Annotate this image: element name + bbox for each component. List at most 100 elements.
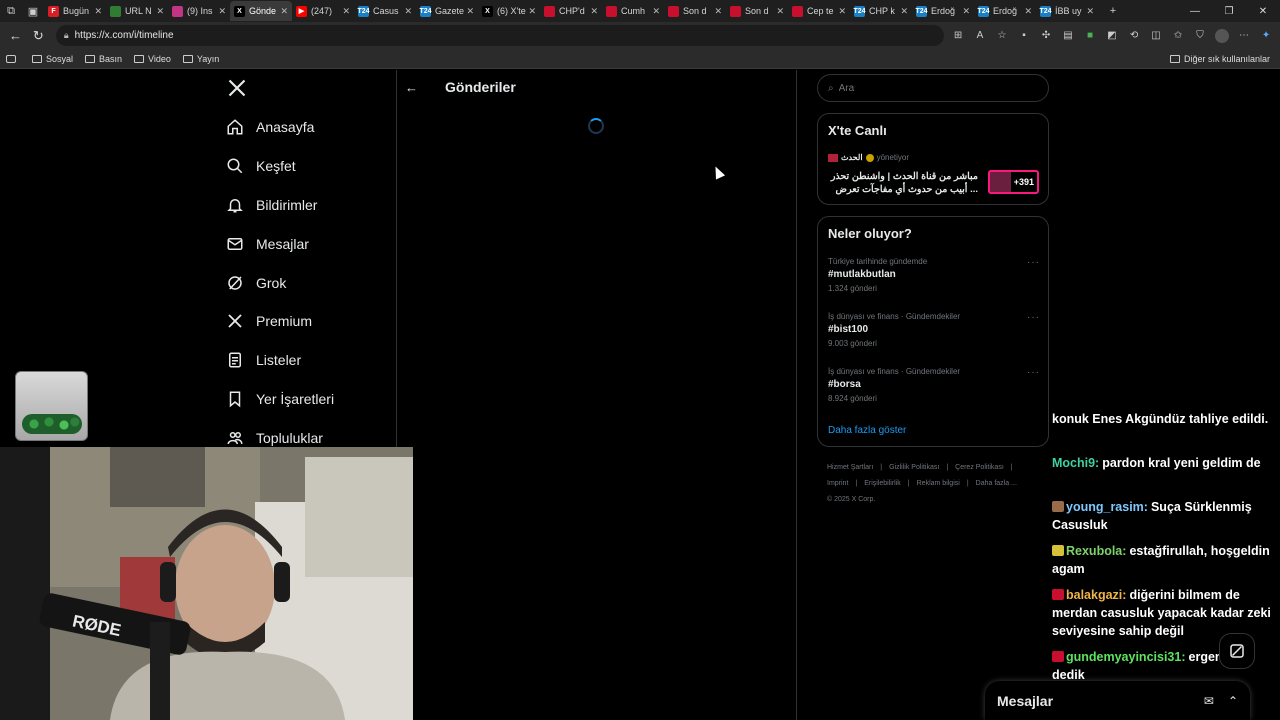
close-tab-icon[interactable]: ✕ — [776, 6, 784, 17]
show-more-link[interactable]: Daha fazla göster — [828, 425, 906, 436]
close-tab-icon[interactable]: ✕ — [156, 6, 164, 17]
read-aloud-icon[interactable]: A — [970, 26, 990, 46]
close-tab-icon[interactable]: ✕ — [652, 6, 660, 17]
close-tab-icon[interactable]: ✕ — [590, 6, 598, 17]
browser-tab[interactable]: T24 Erdoğ ✕ — [912, 1, 974, 21]
trend-item[interactable]: İş dünyası ve finans · Gündemdekiler #bi… — [828, 312, 1040, 348]
live-host[interactable]: الحدث yönetiyor — [828, 153, 909, 162]
live-description[interactable]: مباشر من قناة الحدث | واشنطن تحذر ... أب… — [828, 170, 978, 196]
footer-link[interactable]: Çerez Politikası — [955, 464, 1004, 471]
messages-drawer[interactable]: Mesajlar ✉ ⌃ — [985, 681, 1250, 720]
expand-drawer-icon[interactable]: ⌃ — [1228, 694, 1238, 708]
restore-icon[interactable]: ❐ — [1212, 6, 1246, 17]
browser-tab[interactable]: T24 CHP k ✕ — [850, 1, 912, 21]
browser-tab[interactable]: URL N ✕ — [106, 1, 168, 21]
favorite-star-icon[interactable]: ☆ — [992, 26, 1012, 46]
close-tab-icon[interactable]: ✕ — [1024, 6, 1032, 17]
close-tab-icon[interactable]: ✕ — [962, 6, 970, 17]
app-available-icon[interactable]: ⊞ — [948, 26, 968, 46]
close-tab-icon[interactable]: ✕ — [466, 6, 474, 17]
close-tab-icon[interactable]: ✕ — [900, 6, 908, 17]
close-tab-icon[interactable]: ✕ — [280, 6, 288, 17]
footer-link[interactable]: © 2025 X Corp. — [827, 496, 875, 503]
browser-tab[interactable]: X Gönde ✕ — [230, 1, 292, 21]
extension-icon[interactable]: ◩ — [1102, 26, 1122, 46]
browser-tab[interactable]: F Bugün ✕ — [44, 1, 106, 21]
more-options-icon[interactable]: ··· — [1027, 367, 1040, 378]
close-tab-icon[interactable]: ✕ — [714, 6, 722, 17]
close-tab-icon[interactable]: ✕ — [94, 6, 102, 17]
browser-tab[interactable]: ▶ (247) ✕ — [292, 1, 354, 21]
extensions-puzzle-icon[interactable]: ⟲ — [1124, 26, 1144, 46]
bookmark-folder[interactable]: Sosyal — [32, 54, 73, 64]
back-icon[interactable]: ← — [4, 24, 27, 48]
browser-tab[interactable]: Cumh ✕ — [602, 1, 664, 21]
close-tab-icon[interactable]: ✕ — [838, 6, 846, 17]
bookmark-folder[interactable]: Yayın — [182, 54, 219, 64]
more-options-icon[interactable]: ··· — [1027, 257, 1040, 268]
close-tab-icon[interactable]: ✕ — [404, 6, 412, 17]
new-message-icon[interactable]: ✉ — [1204, 694, 1214, 708]
browser-tab[interactable]: Son d ✕ — [726, 1, 788, 21]
bookmark-folder[interactable]: Basın — [85, 54, 122, 64]
extension-icon[interactable]: ✣ — [1036, 26, 1056, 46]
workspaces-icon[interactable]: ⧉ — [0, 0, 22, 22]
extension-icon[interactable]: ■ — [1080, 26, 1100, 46]
more-options-icon[interactable]: ··· — [1027, 312, 1040, 323]
bookmarks-toggle-icon[interactable] — [6, 54, 20, 63]
browser-tab[interactable]: X (6) X'te ✕ — [478, 1, 540, 21]
footer-link[interactable]: Gizlilik Politikası — [889, 464, 939, 471]
browser-essentials-icon[interactable]: ⛉ — [1190, 26, 1210, 46]
other-favorites[interactable]: Diğer sık kullanılanlar — [1169, 54, 1270, 64]
close-tab-icon[interactable]: ✕ — [1086, 6, 1094, 17]
nav-item-explore[interactable]: Keşfet — [226, 151, 296, 181]
refresh-icon[interactable]: ↻ — [27, 24, 50, 48]
browser-tab[interactable]: Son d ✕ — [664, 1, 726, 21]
close-tab-icon[interactable]: ✕ — [528, 6, 536, 17]
footer-link[interactable]: Daha fazla ... — [976, 480, 1017, 487]
close-tab-icon[interactable]: ✕ — [218, 6, 226, 17]
grok-button[interactable] — [1219, 633, 1255, 669]
trend-item[interactable]: İş dünyası ve finans · Gündemdekiler #bo… — [828, 367, 1040, 403]
split-screen-icon[interactable]: ◫ — [1146, 26, 1166, 46]
extension-icon[interactable]: ▪ — [1014, 26, 1034, 46]
extension-icon[interactable]: ▤ — [1058, 26, 1078, 46]
bookmark-folder[interactable]: Video — [134, 54, 171, 64]
copilot-icon[interactable]: ✦ — [1256, 26, 1276, 46]
nav-item-home[interactable]: Anasayfa — [226, 112, 314, 142]
footer-link[interactable]: Erişilebilirlik — [864, 480, 901, 487]
mail-icon — [227, 238, 243, 250]
profile-avatar[interactable] — [1212, 26, 1232, 46]
close-window-icon[interactable]: ✕ — [1246, 6, 1280, 17]
favorites-icon[interactable]: ✩ — [1168, 26, 1188, 46]
nav-item-lists[interactable]: Listeler — [226, 345, 301, 375]
new-tab-icon[interactable]: + — [1102, 0, 1124, 22]
nav-item-grok[interactable]: Grok — [226, 268, 286, 298]
live-listeners[interactable]: +391 — [988, 170, 1039, 194]
browser-tab[interactable]: CHP'd ✕ — [540, 1, 602, 21]
browser-tab[interactable]: (9) Ins ✕ — [168, 1, 230, 21]
browser-tab[interactable]: T24 Erdoğ ✕ — [974, 1, 1036, 21]
x-logo-icon[interactable] — [227, 78, 247, 98]
minimize-icon[interactable]: — — [1178, 6, 1212, 17]
close-tab-icon[interactable]: ✕ — [342, 6, 350, 17]
footer-link[interactable]: Reklam bilgisi — [917, 480, 960, 487]
url-input[interactable]: 🔒︎ https://x.com/i/timeline — [55, 25, 945, 46]
browser-tab[interactable]: T24 İBB uy ✕ — [1036, 1, 1098, 21]
browser-tab[interactable]: Cep te ✕ — [788, 1, 850, 21]
more-options-icon[interactable]: ⋯ — [1234, 26, 1254, 46]
nav-item-notifications[interactable]: Bildirimler — [226, 190, 317, 220]
back-arrow-icon[interactable]: ← — [405, 80, 425, 95]
search-input[interactable] — [838, 82, 1029, 94]
browser-tab[interactable]: T24 Gazete ✕ — [416, 1, 478, 21]
trend-item[interactable]: Türkiye tarihinde gündemde #mutlakbutlan… — [828, 257, 1040, 293]
search-box[interactable]: ⌕ — [817, 74, 1049, 102]
nav-label: Yer İşaretleri — [256, 391, 335, 407]
tab-actions-icon[interactable]: ▣ — [22, 0, 44, 22]
footer-link[interactable]: Imprint — [827, 480, 848, 487]
footer-link[interactable]: Hizmet Şartları — [827, 464, 873, 471]
nav-item-bookmarks[interactable]: Yer İşaretleri — [226, 384, 334, 414]
nav-item-premium[interactable]: Premium — [226, 306, 312, 336]
browser-tab[interactable]: T24 Casus ✕ — [354, 1, 416, 21]
nav-item-messages[interactable]: Mesajlar — [226, 229, 309, 259]
